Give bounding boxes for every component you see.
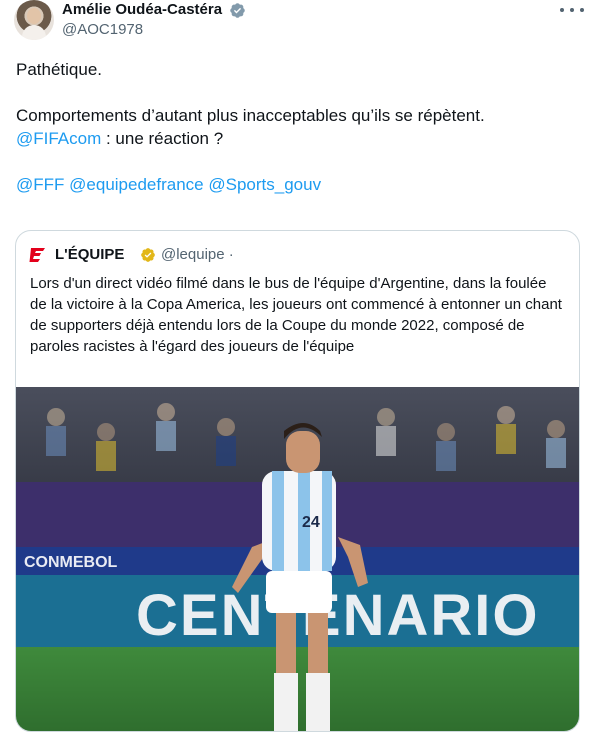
avatar-face xyxy=(27,8,41,24)
author-avatar[interactable] xyxy=(14,0,54,40)
tweet-text: Pathétique. Comportements d’autant plus … xyxy=(16,58,576,196)
ad-board-text: CENTENARIO xyxy=(136,583,539,648)
avatar-body xyxy=(22,25,46,40)
football-player-photo: CONMEBOL CENTENARIO 24 xyxy=(16,387,579,731)
tweet-line: @FIFAcom : une réaction ? xyxy=(16,127,576,150)
shirt-number: 24 xyxy=(302,514,320,531)
gold-verified-badge-icon xyxy=(141,248,155,262)
tweet-line: Pathétique. xyxy=(16,60,103,79)
tweet-line: Comportements d’autant plus inacceptable… xyxy=(16,106,485,125)
stadium-banner-text: CONMEBOL xyxy=(24,554,118,571)
more-options-icon[interactable] xyxy=(560,2,584,18)
verified-badge-icon xyxy=(230,3,245,18)
quote-media-photo[interactable]: CONMEBOL CENTENARIO 24 xyxy=(16,387,579,731)
quote-author-name[interactable]: L'ÉQUIPE xyxy=(55,245,124,265)
tweet-line-rest: : une réaction ? xyxy=(101,129,224,148)
author-handle[interactable]: @AOC1978 xyxy=(62,20,143,40)
mention-equipedefrance-link[interactable]: @equipedefrance xyxy=(69,175,203,194)
dot xyxy=(570,8,574,12)
quote-text: Lors d'un direct vidéo filmé dans le bus… xyxy=(30,275,562,355)
lequipe-logo-icon[interactable] xyxy=(28,245,48,265)
mention-fifa-link[interactable]: @FIFAcom xyxy=(16,129,101,148)
tweet-mentions: @FFF @equipedefrance @Sports_gouv xyxy=(16,173,576,196)
dot xyxy=(560,8,564,12)
mention-fff-link[interactable]: @FFF xyxy=(16,175,64,194)
mention-sports-gouv-link[interactable]: @Sports_gouv xyxy=(208,175,321,194)
author-name[interactable]: Amélie Oudéa-Castéra xyxy=(62,0,222,20)
quoted-tweet-card[interactable]: L'ÉQUIPE @lequipe · Lors d'un direct vid… xyxy=(15,230,580,732)
quote-author-handle[interactable]: @lequipe · xyxy=(161,245,234,265)
dot xyxy=(580,8,584,12)
